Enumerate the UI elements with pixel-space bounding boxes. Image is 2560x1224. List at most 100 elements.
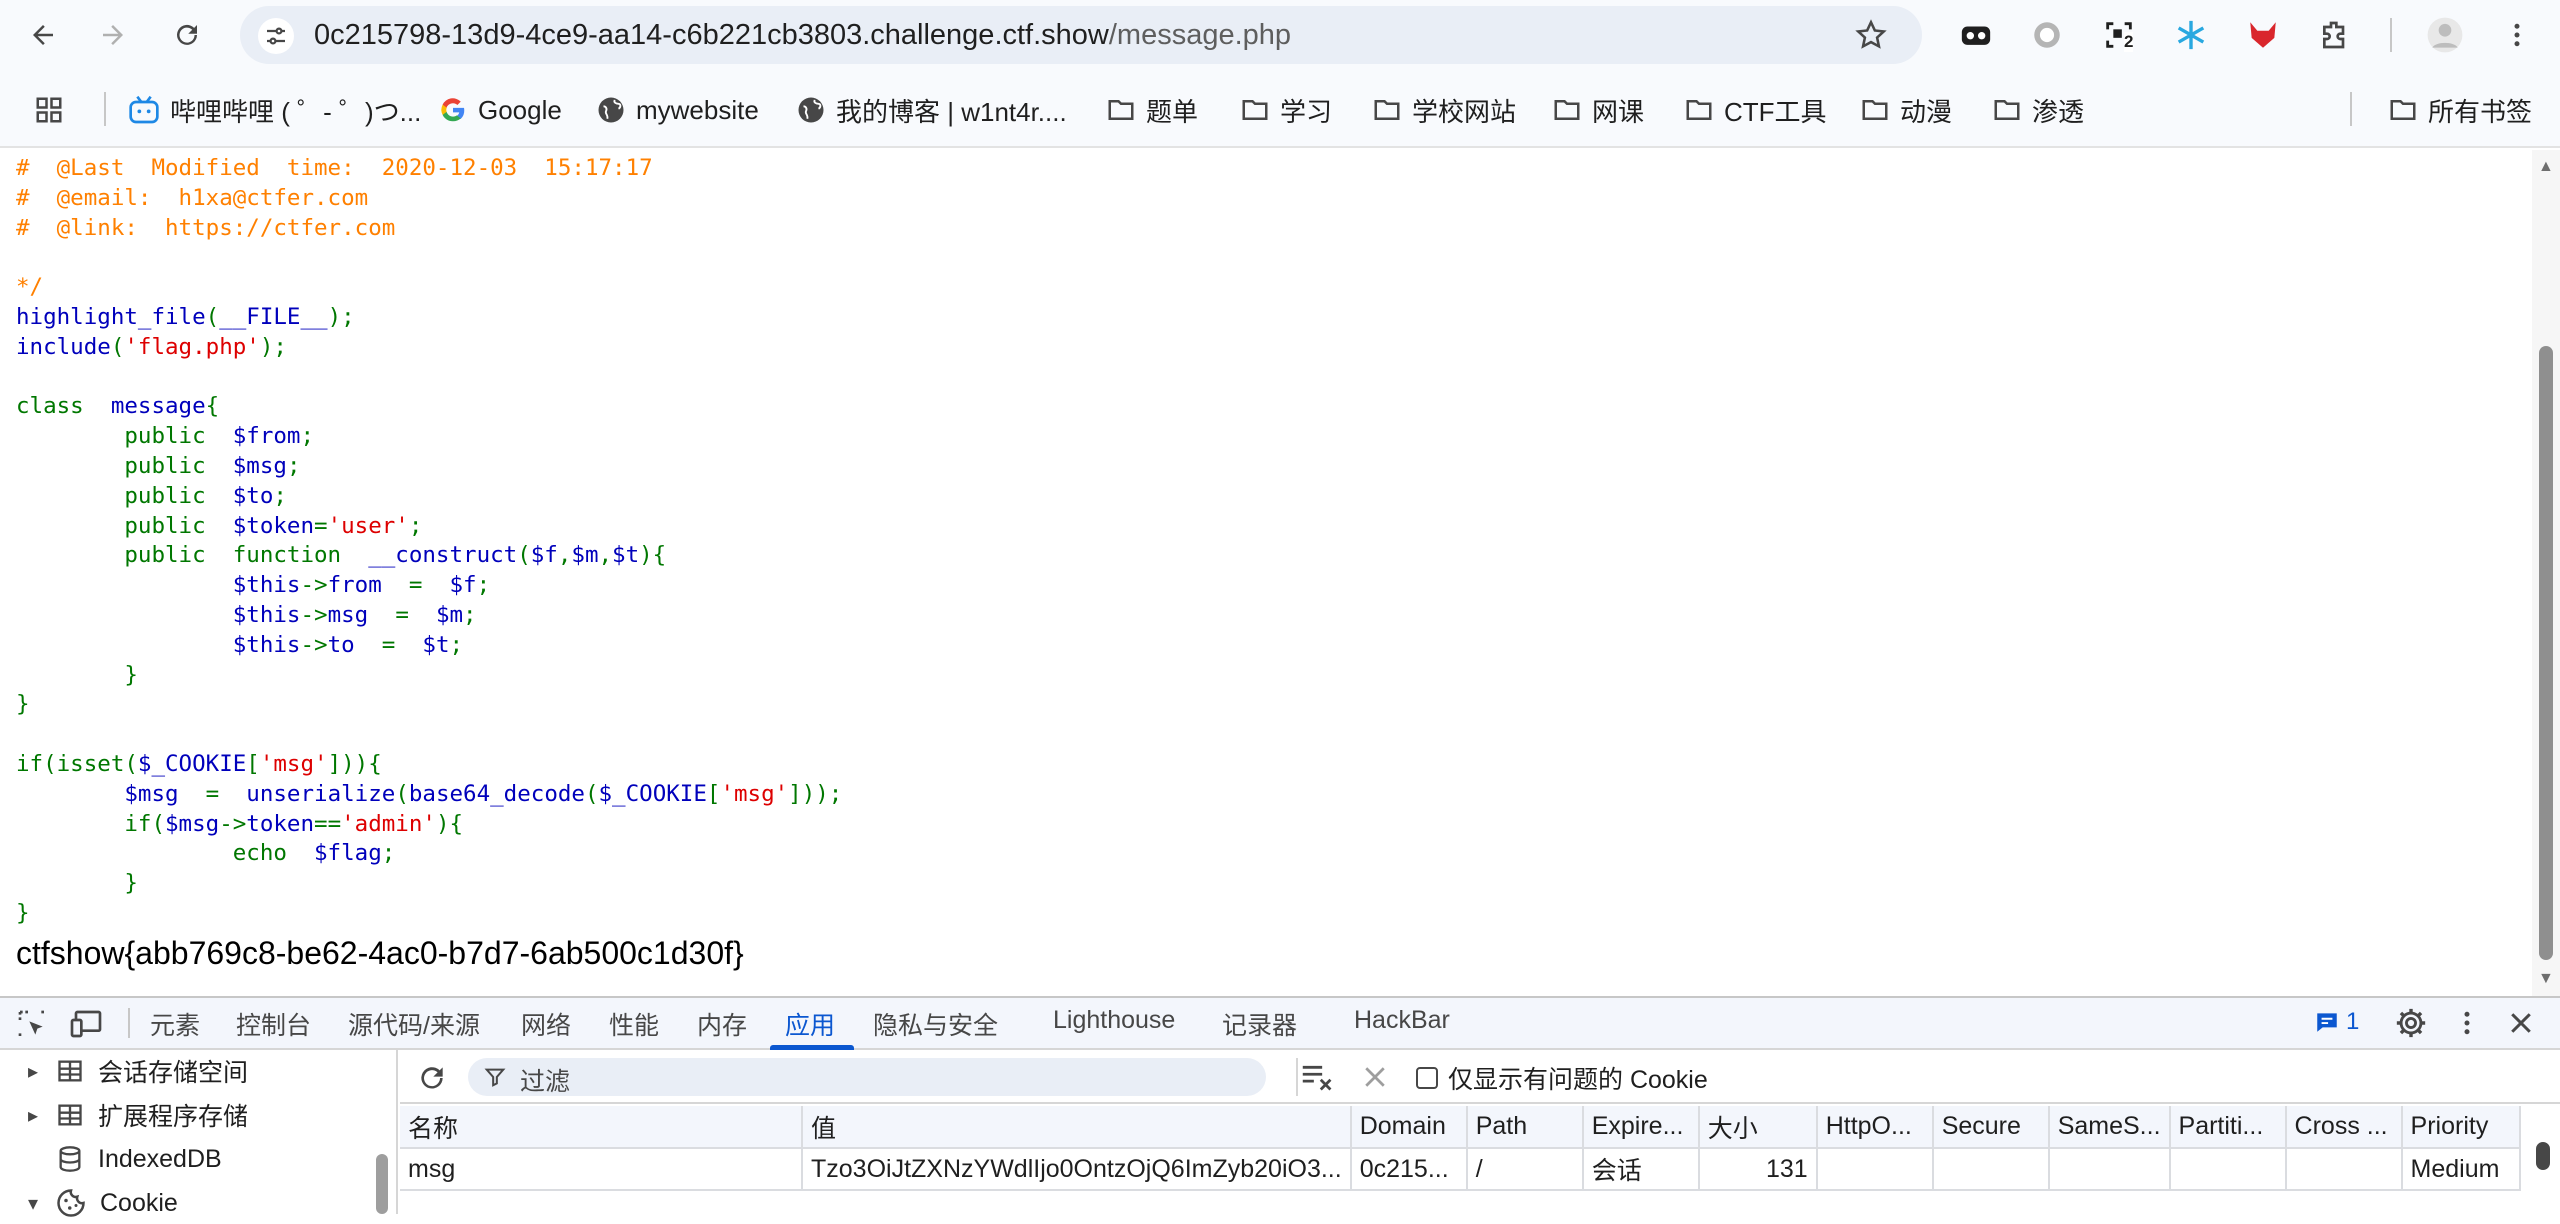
sidebar-label: 扩展程序存储 [98,1103,249,1131]
sidebar-item-session-storage[interactable]: ▸ 会话存储空间 [0,1050,248,1092]
reload-button[interactable] [164,12,210,58]
cookie-path-cell[interactable]: / [1466,1148,1584,1191]
column-header[interactable]: SameS... [2048,1106,2171,1149]
cookie-name-cell[interactable]: msg [400,1148,803,1191]
cookie-pane: 过滤 仅显示有问题的 Cookie 名称 值 Domain Path Expir… [400,1050,2560,1214]
bookmark-folder-tidan[interactable]: 题单 [1106,92,1198,128]
column-header[interactable]: Path [1466,1106,1584,1149]
column-header[interactable]: 值 [802,1106,1352,1149]
cookie-priority-cell[interactable]: Medium [2401,1148,2521,1191]
filter-input[interactable]: 过滤 [468,1058,1266,1096]
scroll-down-icon[interactable]: ▼ [2538,970,2554,988]
column-header[interactable]: Expire... [1582,1106,1700,1149]
tab-sources[interactable]: 源代码/来源 [348,1006,480,1042]
tab-recorder[interactable]: 记录器 [1222,1006,1297,1042]
bookmark-mywebsite[interactable]: mywebsite [596,92,759,128]
device-toolbar-icon[interactable] [70,1008,106,1045]
tab-memory[interactable]: 内存 [697,1006,747,1042]
page-scrollbar[interactable]: ▲ ▼ [2532,150,2560,996]
tab-elements[interactable]: 元素 [150,1006,200,1042]
cookie-cross-site-cell[interactable] [2285,1148,2403,1191]
all-bookmarks[interactable]: 所有书签 [2388,92,2532,128]
tab-performance[interactable]: 性能 [609,1006,659,1042]
forward-button[interactable] [90,12,136,58]
devtools-close-icon[interactable] [2506,1008,2536,1043]
extension-record-icon[interactable] [2026,14,2068,56]
devtools-settings-icon[interactable] [2394,1006,2428,1045]
tab-network[interactable]: 网络 [521,1006,571,1042]
sidebar-item-indexeddb[interactable]: IndexedDB [0,1138,222,1180]
only-issues-toggle[interactable]: 仅显示有问题的 Cookie [1416,1060,1708,1096]
bookmark-folder-pentest[interactable]: 渗透 [1992,92,2084,128]
column-header[interactable]: HttpO... [1816,1106,1934,1149]
menu-kebab-icon[interactable] [2496,14,2538,56]
back-button[interactable] [20,12,66,58]
cookie-size-cell[interactable]: 131 [1698,1148,1818,1191]
tab-privacy-security[interactable]: 隐私与安全 [873,1006,998,1042]
code-line: } [16,662,138,688]
extension-snowflake-icon[interactable] [2170,14,2212,56]
only-issues-checkbox[interactable] [1416,1067,1438,1089]
bookmark-folder-anime[interactable]: 动漫 [1860,92,1952,128]
delete-selected-icon[interactable] [1360,1062,1390,1097]
tab-hackbar[interactable]: HackBar [1354,1006,1450,1035]
code-token: */ [16,274,44,301]
extension-scanner-icon[interactable]: 2 [2098,14,2140,56]
devtools-tabbar: 元素 控制台 源代码/来源 网络 性能 内存 应用 隐私与安全 Lighthou… [0,998,2560,1050]
cookie-secure-cell[interactable] [1932,1148,2050,1191]
column-header[interactable]: Priority [2401,1106,2521,1149]
site-settings-icon[interactable] [258,18,294,54]
scrollbar-thumb[interactable] [2539,346,2553,960]
cookie-domain-cell[interactable]: 0c215... [1350,1148,1468,1191]
code-token: include [16,333,111,360]
bookmark-blog[interactable]: 我的博客 | w1nt4r.... [796,92,1067,128]
column-header[interactable]: 大小 [1698,1106,1818,1149]
globe-icon [798,97,824,123]
profile-avatar[interactable] [2424,14,2466,56]
table-row[interactable]: msg Tzo3OiJtZXNzYWdlIjo0OntzOjQ6ImZyb20i… [400,1148,2521,1191]
tab-lighthouse[interactable]: Lighthouse [1053,1006,1175,1035]
inspect-element-icon[interactable] [16,1008,48,1045]
bookmark-bilibili[interactable]: 哔哩哔哩 ( ゜- ゜)つ... [128,92,421,128]
column-header[interactable]: Partiti... [2169,1106,2287,1149]
sidebar-item-cookie[interactable]: ▾ Cookie [0,1182,178,1224]
table-scrollbar-thumb[interactable] [2536,1142,2550,1170]
cookie-value-cell[interactable]: Tzo3OiJtZXNzYWdlIjo0OntzOjQ6ImZyb20iO3..… [802,1148,1352,1191]
devtools-menu-icon[interactable] [2452,1008,2482,1043]
cookie-expires-cell[interactable]: 会话 [1582,1148,1700,1191]
cookie-httponly-cell[interactable] [1816,1148,1934,1191]
scroll-up-icon[interactable]: ▲ [2538,158,2554,176]
bookmark-folder-wangke[interactable]: 网课 [1552,92,1644,128]
column-header[interactable]: Cross ... [2285,1106,2403,1149]
refresh-icon[interactable] [416,1062,448,1099]
clear-filtered-cookies-icon[interactable] [1300,1060,1336,1099]
sidebar-item-extension-storage[interactable]: ▸ 扩展程序存储 [0,1094,248,1136]
cookie-partition-cell[interactable] [2169,1148,2287,1191]
code-token: # @Last Modified time: 2020-12-03 15:17:… [16,155,653,181]
apps-grid-icon[interactable] [34,92,74,128]
extension-fox-icon[interactable] [2242,14,2284,56]
sidebar-scrollbar-thumb[interactable] [376,1154,388,1214]
bookmark-folder-school[interactable]: 学校网站 [1372,92,1516,128]
address-bar[interactable]: 0c215798-13d9-4ce9-aa14-c6b221cb3803.cha… [240,6,1922,64]
cookie-samesite-cell[interactable] [2048,1148,2171,1191]
tab-console[interactable]: 控制台 [236,1006,311,1042]
expand-arrow-icon[interactable]: ▸ [18,1103,48,1128]
extensions-puzzle-icon[interactable] [2314,14,2356,56]
bookmark-star-icon[interactable] [1854,18,1888,57]
bookmark-folder-xuexi[interactable]: 学习 [1240,92,1332,128]
tab-application[interactable]: 应用 [785,1006,835,1042]
column-header[interactable]: 名称 [400,1106,803,1149]
bookmark-folder-ctf-tools[interactable]: CTF工具 [1684,92,1827,128]
bookmark-label: 学习 [1280,96,1333,127]
code-token: = [395,601,436,628]
code-token: $msg [16,780,206,807]
bookmark-google[interactable]: Google [438,92,562,128]
column-header[interactable]: Domain [1350,1106,1468,1149]
column-header[interactable]: Secure [1932,1106,2050,1149]
code-token: [ [246,750,260,777]
issues-counter[interactable]: 1 [2314,1008,2359,1036]
expand-arrow-icon[interactable]: ▸ [18,1059,48,1084]
extension-mask-icon[interactable] [1955,14,1997,56]
code-token: $to [232,482,274,509]
